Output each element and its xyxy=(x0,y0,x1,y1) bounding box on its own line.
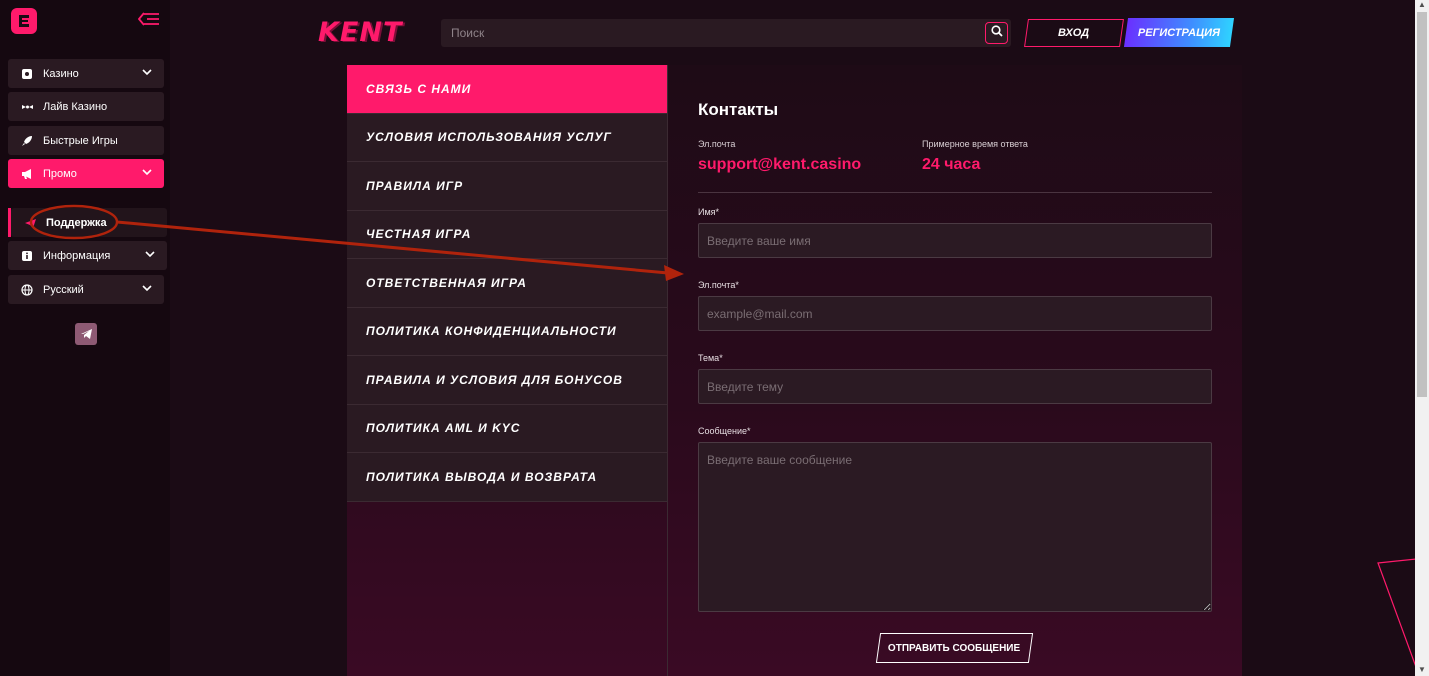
message-textarea[interactable] xyxy=(698,442,1212,612)
sidebar-item-label: Промо xyxy=(43,167,77,180)
name-label-text: Имя xyxy=(698,207,716,217)
panel-divider xyxy=(667,65,668,676)
search-button[interactable] xyxy=(985,22,1008,44)
scroll-down-icon[interactable]: ▼ xyxy=(1418,665,1426,674)
search-icon xyxy=(990,24,1003,42)
menu-item-fair-play[interactable]: ЧЕСТНАЯ ИГРА xyxy=(347,210,667,259)
support-icon xyxy=(23,216,37,230)
menu-item-contact-us[interactable]: СВЯЗЬ С НАМИ xyxy=(347,65,667,114)
page-scrollbar[interactable]: ▲ ▼ xyxy=(1415,0,1429,676)
scrollbar-thumb[interactable] xyxy=(1417,12,1427,397)
sidebar-item-language[interactable]: Русский xyxy=(8,275,164,304)
sidebar-item-live-casino[interactable]: Лайв Казино xyxy=(8,92,164,121)
name-field-label: Имя* xyxy=(698,207,719,217)
megaphone-icon xyxy=(20,167,34,181)
sidebar-item-promo[interactable]: Промо xyxy=(8,159,164,188)
rocket-icon xyxy=(20,134,34,148)
globe-icon xyxy=(20,283,34,297)
sidebar-item-casino[interactable]: Казино xyxy=(8,59,164,88)
chevron-down-icon[interactable] xyxy=(142,283,152,296)
menu-item-aml-kyc-policy[interactable]: ПОЛИТИКА AML И KYC xyxy=(347,404,667,453)
required-mark: * xyxy=(715,207,720,217)
contacts-title: Контакты xyxy=(698,100,779,119)
message-field-label: Сообщение* xyxy=(698,426,751,436)
required-mark: * xyxy=(746,426,751,436)
info-icon xyxy=(20,249,34,263)
collapse-sidebar-icon[interactable] xyxy=(137,12,160,31)
search-bar xyxy=(441,19,1011,47)
search-input[interactable] xyxy=(441,19,981,47)
menu-item-privacy-policy[interactable]: ПОЛИТИКА КОНФИДЕНЦИАЛЬНОСТИ xyxy=(347,307,667,356)
register-button[interactable]: РЕГИСТРАЦИЯ xyxy=(1123,18,1235,47)
casino-icon xyxy=(20,67,34,81)
menu-item-responsible-gaming[interactable]: ОТВЕТСТВЕННАЯ ИГРА xyxy=(347,259,667,308)
response-time-value: 24 часа xyxy=(922,156,981,173)
support-menu: СВЯЗЬ С НАМИ УСЛОВИЯ ИСПОЛЬЗОВАНИЯ УСЛУГ… xyxy=(347,65,667,502)
email-field-label: Эл.почта* xyxy=(698,280,739,290)
contacts-divider xyxy=(698,192,1212,193)
login-button-label: ВХОД xyxy=(1058,27,1090,39)
email-info-label: Эл.почта xyxy=(698,139,736,149)
subject-label-text: Тема xyxy=(698,353,720,363)
login-button[interactable]: ВХОД xyxy=(1024,19,1124,47)
telegram-icon[interactable] xyxy=(75,323,97,345)
logo-icon[interactable] xyxy=(11,8,37,34)
sidebar-item-label: Казино xyxy=(43,67,79,80)
required-mark: * xyxy=(735,280,739,290)
chevron-down-icon[interactable] xyxy=(142,167,152,180)
menu-item-bonus-terms[interactable]: ПРАВИЛА И УСЛОВИЯ ДЛЯ БОНУСОВ xyxy=(347,356,667,405)
required-mark: * xyxy=(719,353,723,363)
response-time-label: Примерное время ответа xyxy=(922,139,1028,149)
menu-item-game-rules[interactable]: ПРАВИЛА ИГР xyxy=(347,162,667,211)
live-casino-icon xyxy=(20,100,34,114)
subject-field-label: Тема* xyxy=(698,353,723,363)
sidebar-item-fast-games[interactable]: Быстрые Игры xyxy=(8,126,164,155)
scroll-up-icon[interactable]: ▲ xyxy=(1418,0,1426,9)
subject-input[interactable] xyxy=(698,369,1212,404)
name-input[interactable] xyxy=(698,223,1212,258)
sidebar-item-label: Поддержка xyxy=(46,216,107,229)
sidebar-item-label: Русский xyxy=(43,283,84,296)
sidebar-item-support[interactable]: Поддержка xyxy=(11,208,167,237)
brand-logo[interactable]: KENT xyxy=(318,17,402,48)
menu-item-withdrawal-refund-policy[interactable]: ПОЛИТИКА ВЫВОДА И ВОЗВРАТА xyxy=(347,453,667,502)
support-email-link[interactable]: support@kent.casino xyxy=(698,156,861,174)
message-label-text: Сообщение xyxy=(698,426,747,436)
decorative-triangle-icon xyxy=(1377,558,1417,668)
sidebar: Казино Лайв Казино Быстрые Игры Промо По… xyxy=(0,0,170,676)
chevron-down-icon[interactable] xyxy=(145,249,155,262)
email-label-text: Эл.почта xyxy=(698,280,736,290)
menu-item-terms-of-service[interactable]: УСЛОВИЯ ИСПОЛЬЗОВАНИЯ УСЛУГ xyxy=(347,113,667,162)
sidebar-item-label: Лайв Казино xyxy=(43,100,108,113)
send-message-button[interactable]: ОТПРАВИТЬ СООБЩЕНИЕ xyxy=(875,633,1034,663)
email-input[interactable] xyxy=(698,296,1212,331)
chevron-down-icon[interactable] xyxy=(142,67,152,80)
sidebar-item-label: Информация xyxy=(43,249,111,262)
send-message-label: ОТПРАВИТЬ СООБЩЕНИЕ xyxy=(888,642,1021,654)
register-button-label: РЕГИСТРАЦИЯ xyxy=(1137,26,1221,39)
sidebar-item-information[interactable]: Информация xyxy=(8,241,167,270)
sidebar-item-label: Быстрые Игры xyxy=(43,134,118,147)
